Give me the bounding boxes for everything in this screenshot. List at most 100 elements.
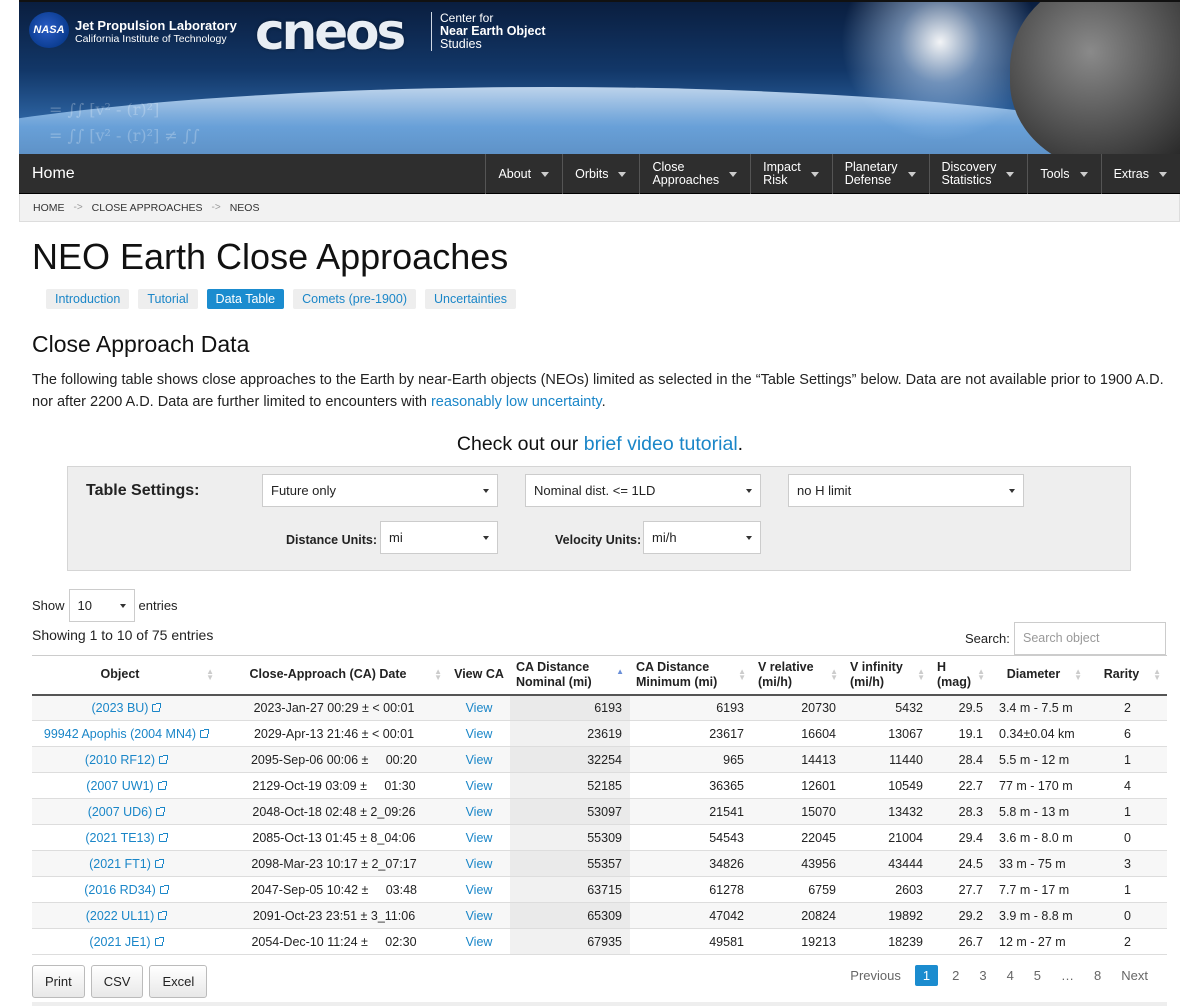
breadcrumb-home[interactable]: HOME — [33, 202, 65, 214]
velocity-units-select[interactable]: mi/h — [643, 521, 761, 554]
col-header-rarity[interactable]: Rarity ▲ ▼ — [1088, 655, 1167, 696]
cell-nominal: 55309 — [510, 824, 630, 851]
cneos-logo[interactable]: cneos — [255, 7, 406, 57]
page-3-button[interactable]: 3 — [969, 964, 996, 987]
tab-comets[interactable]: Comets (pre-1900) — [293, 289, 416, 309]
object-link[interactable]: (2007 UD6) — [88, 805, 153, 819]
cell-rarity-value: 2 — [1124, 934, 1131, 949]
cell-date: 2098-Mar-23 10:17 ± 2_07:17 — [220, 850, 448, 877]
view-ca-link[interactable]: View — [466, 909, 493, 923]
view-ca-link[interactable]: View — [466, 701, 493, 715]
nav-home[interactable]: Home — [32, 165, 75, 183]
cell-rarity: 2 — [1088, 928, 1167, 955]
col-header-object[interactable]: Object ▲ ▼ — [32, 655, 220, 696]
nav-item-close-approaches[interactable]: Close Approaches — [639, 154, 750, 194]
breadcrumb-separator: -> — [211, 202, 221, 213]
page-8-button[interactable]: 8 — [1084, 964, 1111, 987]
tab-uncertainties[interactable]: Uncertainties — [425, 289, 516, 309]
col-header-vrelative[interactable]: V relative (mi/h) ▲ ▼ — [752, 655, 844, 696]
view-ca-link[interactable]: View — [466, 779, 493, 793]
col-header-minimum[interactable]: CA Distance Minimum (mi) ▲ ▼ — [630, 655, 752, 696]
h-limit-select[interactable]: no H limit — [788, 474, 1024, 507]
table-info: Showing 1 to 10 of 75 entries — [32, 627, 214, 643]
excel-button[interactable]: Excel — [149, 965, 208, 998]
cell-vrelative: 20730 — [752, 694, 844, 721]
col-header-date[interactable]: Close-Approach (CA) Date ▲ ▼ — [220, 655, 448, 696]
cell-diameter-value: 5.8 m - 13 m — [999, 804, 1070, 819]
nav-item-impact-risk[interactable]: Impact Risk — [750, 154, 832, 194]
object-link[interactable]: (2010 RF12) — [85, 753, 155, 767]
object-link[interactable]: (2021 TE13) — [85, 831, 154, 845]
table-row: (2016 RD34) 2047-Sep-05 10:42 ± 03:48 View… — [32, 876, 1167, 903]
tab-introduction[interactable]: Introduction — [46, 289, 130, 309]
object-link[interactable]: (2007 UW1) — [86, 779, 153, 793]
low-uncertainty-link[interactable]: reasonably low uncertainty — [431, 394, 602, 410]
cell-rarity: 1 — [1088, 876, 1167, 903]
view-ca-link[interactable]: View — [466, 805, 493, 819]
page-2-button[interactable]: 2 — [942, 964, 969, 987]
pagination: Previous 1 2 3 4 5 … 8 Next — [840, 964, 1158, 987]
page-5-button[interactable]: 5 — [1024, 964, 1051, 987]
nav-item-planetary-defense[interactable]: Planetary Defense — [831, 154, 929, 194]
view-ca-link[interactable]: View — [466, 857, 493, 871]
page-1-button[interactable]: 1 — [914, 965, 939, 986]
nav-item-tools[interactable]: Tools — [1027, 154, 1100, 194]
col-header-h[interactable]: H (mag) ▲ ▼ — [931, 655, 991, 696]
nav-item-discovery-statistics[interactable]: Discovery Statistics — [928, 154, 1028, 194]
nav-label: About — [498, 166, 532, 181]
time-range-select[interactable]: Future only — [262, 474, 498, 507]
nasa-logo[interactable]: NASA — [29, 12, 69, 48]
nav-label: Orbits — [575, 166, 609, 181]
cell-h-value: 19.1 — [958, 726, 983, 741]
cell-date: 2085-Oct-13 01:45 ± 8_04:06 — [220, 824, 448, 851]
view-ca-link[interactable]: View — [466, 727, 493, 741]
video-tutorial-link[interactable]: brief video tutorial — [584, 433, 738, 455]
sort-icon: ▲ ▼ — [917, 667, 925, 682]
cell-object: (2010 RF12) — [32, 746, 220, 773]
object-link[interactable]: (2021 FT1) — [89, 857, 151, 871]
cell-date: 2023-Jan-27 00:29 ± < 00:01 — [220, 694, 448, 721]
cell-h: 19.1 — [931, 720, 991, 747]
object-link[interactable]: (2021 JE1) — [89, 935, 150, 949]
pagination-next[interactable]: Next — [1111, 964, 1158, 987]
view-ca-link[interactable]: View — [466, 753, 493, 767]
cell-vrelative-value: 12601 — [801, 778, 836, 793]
header-label: CA Distance Minimum (mi) — [636, 659, 718, 689]
tab-data-table[interactable]: Data Table — [206, 289, 285, 309]
dropdown-arrow-icon — [746, 536, 752, 540]
cell-object: 99942 Apophis (2004 MN4) — [32, 720, 220, 747]
cell-diameter-value: 77 m - 170 m — [999, 778, 1073, 793]
object-link[interactable]: (2022 UL11) — [86, 909, 155, 923]
sort-icon: ▲ ▼ — [434, 667, 442, 682]
distance-limit-select[interactable]: Nominal dist. <= 1LD — [525, 474, 761, 507]
view-ca-link[interactable]: View — [466, 935, 493, 949]
view-ca-link[interactable]: View — [466, 831, 493, 845]
object-link[interactable]: 99942 Apophis (2004 MN4) — [44, 727, 196, 741]
col-header-diameter[interactable]: Diameter ▲ ▼ — [991, 655, 1088, 696]
nav-item-orbits[interactable]: Orbits — [562, 154, 639, 194]
cell-h: 24.5 — [931, 850, 991, 877]
col-header-nominal[interactable]: CA Distance Nominal (mi) ▲ — [510, 655, 630, 696]
pagination-ellipsis: … — [1061, 968, 1075, 983]
external-link-icon — [152, 702, 162, 712]
object-link[interactable]: (2023 BU) — [92, 701, 149, 715]
distance-units-select[interactable]: mi — [380, 521, 498, 554]
search-input[interactable]: Search object — [1014, 622, 1166, 655]
object-link[interactable]: (2016 RD34) — [84, 883, 156, 897]
pagination-previous[interactable]: Previous — [840, 964, 911, 987]
nav-item-about[interactable]: About — [485, 154, 562, 194]
col-header-vinfinity[interactable]: V infinity (mi/h) ▲ ▼ — [844, 655, 931, 696]
chevron-down-icon — [1079, 171, 1088, 177]
page-length-select[interactable]: 10 — [68, 589, 135, 622]
cell-date: 2095-Sep-06 00:06 ± 00:20 — [220, 746, 448, 773]
cell-h: 28.4 — [931, 746, 991, 773]
view-ca-link[interactable]: View — [466, 883, 493, 897]
nav-item-extras[interactable]: Extras — [1100, 154, 1180, 194]
page-4-button[interactable]: 4 — [997, 964, 1024, 987]
jpl-name[interactable]: Jet Propulsion Laboratory — [75, 18, 237, 33]
breadcrumb-close-approaches[interactable]: CLOSE APPROACHES — [92, 202, 203, 214]
csv-button[interactable]: CSV — [90, 965, 144, 998]
cell-vinfinity: 21004 — [844, 824, 931, 851]
tab-tutorial[interactable]: Tutorial — [138, 289, 198, 309]
print-button[interactable]: Print — [32, 965, 85, 998]
